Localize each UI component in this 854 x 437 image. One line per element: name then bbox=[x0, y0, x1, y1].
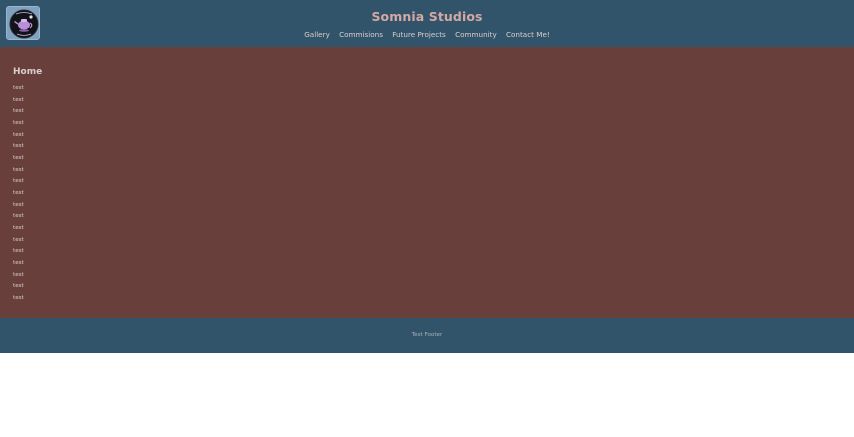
site-header: Somnia Studios Gallery Commisions Future… bbox=[0, 0, 854, 47]
list-item: test bbox=[13, 143, 24, 150]
content-list: test test test test test test test test … bbox=[13, 83, 24, 305]
list-item: test bbox=[13, 178, 24, 185]
list-item: test bbox=[13, 201, 24, 208]
nav-contact[interactable]: Contact Me! bbox=[506, 30, 550, 39]
nav-community[interactable]: Community bbox=[455, 30, 497, 39]
list-item: test bbox=[13, 248, 24, 255]
list-item: test bbox=[13, 260, 24, 267]
list-item: test bbox=[13, 131, 24, 138]
main-nav: Gallery Commisions Future Projects Commu… bbox=[0, 30, 854, 39]
list-item: test bbox=[13, 155, 24, 162]
list-item: test bbox=[13, 190, 24, 197]
list-item: test bbox=[13, 96, 24, 103]
list-item: test bbox=[13, 85, 24, 91]
nav-commisions[interactable]: Commisions bbox=[339, 30, 383, 39]
list-item: test bbox=[13, 225, 24, 232]
list-item: test bbox=[13, 213, 24, 220]
list-item: test bbox=[13, 295, 24, 302]
list-item: test bbox=[13, 108, 24, 115]
list-item: test bbox=[13, 283, 24, 290]
site-footer: Test Footer bbox=[0, 318, 854, 353]
nav-future-projects[interactable]: Future Projects bbox=[392, 30, 446, 39]
nav-gallery[interactable]: Gallery bbox=[304, 30, 330, 39]
list-item: test bbox=[13, 271, 24, 278]
page-heading: Home bbox=[13, 67, 43, 77]
main-content: Home test test test test test test test … bbox=[0, 47, 854, 318]
list-item: test bbox=[13, 120, 24, 127]
list-item: test bbox=[13, 166, 24, 173]
footer-text: Test Footer bbox=[411, 332, 443, 338]
list-item: test bbox=[13, 236, 24, 243]
site-title: Somnia Studios bbox=[371, 9, 483, 24]
